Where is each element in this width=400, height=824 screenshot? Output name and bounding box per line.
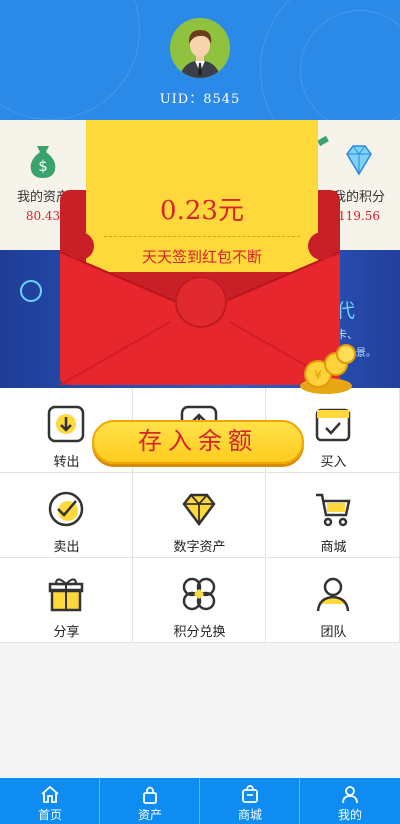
team-icon [316, 577, 350, 612]
grid-item-sell[interactable]: 卖出 [0, 473, 133, 558]
gold-coins-icon: ¥ [300, 344, 356, 394]
money-bag-icon: $ [30, 146, 56, 178]
buy-icon [315, 408, 351, 442]
ticket-notch-right [308, 232, 336, 260]
user-icon [342, 786, 358, 804]
shop-bag-icon [242, 785, 258, 803]
tab-mine[interactable]: 我的 [300, 778, 400, 824]
svg-text:¥: ¥ [314, 368, 322, 382]
grid-label: 积分兑换 [173, 625, 226, 640]
bottom-tab-bar: 首页 资产 商城 我的 [0, 778, 400, 824]
banner-decor [20, 280, 42, 302]
lock-icon [143, 786, 157, 804]
sell-check-icon [48, 491, 84, 527]
tab-assets[interactable]: 资产 [100, 778, 200, 824]
avatar[interactable] [170, 18, 230, 78]
envelope-seal[interactable] [175, 276, 227, 328]
tab-label: 商城 [237, 808, 262, 822]
ticket-edge [86, 120, 318, 124]
ticket-divider [104, 236, 300, 237]
grid-item-points-exchange[interactable]: 积分兑换 [133, 558, 266, 643]
cart-icon [316, 493, 351, 527]
withdraw-icon [47, 405, 85, 443]
tab-label: 首页 [37, 808, 62, 822]
grid-label: 卖出 [53, 540, 80, 555]
svg-text:$: $ [38, 157, 48, 175]
gift-icon [48, 578, 84, 612]
tab-home[interactable]: 首页 [0, 778, 100, 824]
reward-ticket: 0.23元 天天签到红包不断 [86, 120, 318, 272]
tab-label: 我的 [337, 808, 362, 822]
profile-header: UID：8545 [0, 0, 400, 120]
grid-item-digital-assets[interactable]: 数字资产 [133, 473, 266, 558]
grid-item-share[interactable]: 分享 [0, 558, 133, 643]
grid-item-team[interactable]: 团队 [267, 558, 400, 643]
grid-item-mall[interactable]: 商城 [267, 473, 400, 558]
grid-label: 数字资产 [173, 540, 226, 555]
tab-mall[interactable]: 商城 [200, 778, 300, 824]
uid-text: UID：8545 [159, 92, 241, 107]
deposit-balance-button[interactable]: 存入余额 [92, 420, 304, 464]
reward-amount: 0.23元 [160, 196, 244, 226]
exchange-icon [182, 577, 216, 611]
grid-label: 团队 [320, 625, 347, 640]
grid-label: 商城 [320, 540, 347, 555]
ticket-notch-left [66, 232, 94, 260]
diamond-icon [182, 493, 216, 527]
grid-label: 分享 [53, 625, 80, 640]
diamond-icon [346, 145, 372, 176]
home-icon [41, 785, 59, 803]
tab-label: 资产 [137, 808, 162, 822]
